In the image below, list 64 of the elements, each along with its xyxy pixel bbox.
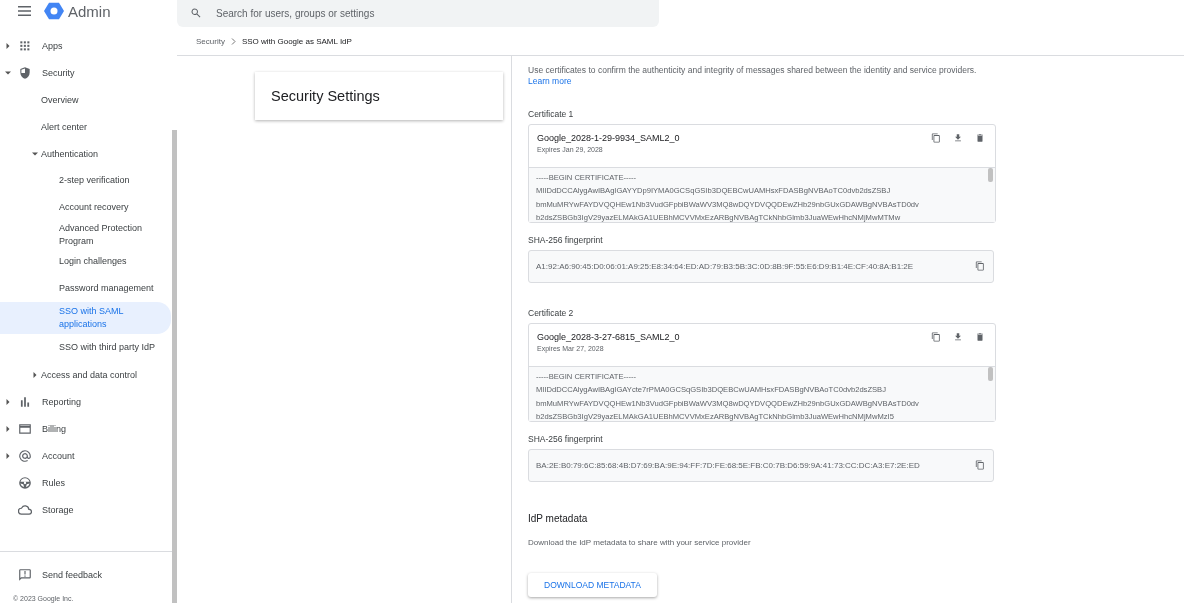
chevron-right-icon [230, 38, 236, 45]
delete-icon[interactable] [975, 132, 985, 143]
breadcrumb-item[interactable]: Security [196, 37, 225, 46]
sidebar-item[interactable]: Overview [0, 86, 171, 113]
hexagon-logo-icon [44, 1, 64, 21]
caret-down-icon[interactable] [32, 150, 38, 157]
certificate-label: Certificate 2 [528, 307, 575, 318]
caret-right-icon[interactable] [32, 371, 38, 378]
section-title: IdP metadata [528, 512, 589, 524]
fingerprint-value: BA:2E:B0:79:6C:85:68:4B:D7:69:BA:9E:94:FF:7D:FE:68:5E:FB:C0:7B:D6:59:9A:41:73:CC:DC:A3:E7:2E:ED [536, 460, 920, 470]
sidebar-item[interactable]: Rules [0, 469, 171, 496]
certificate-name: Google_2028-1-29-9934_SAML2_0 [537, 132, 681, 143]
delete-icon[interactable] [975, 331, 985, 342]
search-field[interactable]: Search for users, groups or settings [177, 0, 659, 27]
caret-right-icon[interactable] [5, 398, 11, 405]
learn-more-link[interactable]: Learn more [528, 76, 572, 87]
cloud-icon [18, 502, 32, 517]
sidebar-item[interactable]: Login challenges [0, 248, 171, 275]
sidebar-item[interactable]: Reporting [0, 388, 171, 415]
breadcrumb-item: SSO with Google as SAML IdP [241, 37, 352, 46]
credit-card-icon [18, 421, 32, 436]
send-feedback-link[interactable]: Send feedback [0, 564, 166, 586]
metadata-description: Download the IdP metadata to share with your service provider [528, 537, 752, 547]
sidebar-item[interactable]: 2-step verification [0, 167, 171, 194]
at-sign-icon [18, 448, 32, 463]
scrollbar[interactable] [988, 366, 993, 381]
bar-chart-icon [18, 394, 32, 409]
sidebar-item[interactable]: SSO with third party IdP [0, 334, 171, 361]
grid-icon [18, 38, 32, 53]
menu-icon[interactable] [18, 6, 31, 16]
app-name: Admin [68, 2, 111, 20]
download-metadata-button[interactable]: DOWNLOAD METADATA [528, 572, 657, 597]
caret-right-icon[interactable] [5, 425, 11, 432]
sidebar-item[interactable]: Security [0, 59, 171, 86]
shield-icon [18, 65, 32, 80]
scrollbar[interactable] [172, 130, 177, 603]
copy-icon[interactable] [975, 261, 985, 272]
certificate-label: Certificate 1 [528, 108, 575, 119]
fingerprint-label: SHA-256 fingerprint [528, 433, 604, 444]
sidebar-item[interactable]: Authentication [0, 140, 171, 167]
sidebar-item[interactable]: Advanced Protection Program [0, 221, 171, 248]
fingerprint-label: SHA-256 fingerprint [528, 234, 604, 245]
caret-right-icon[interactable] [5, 452, 11, 459]
sidebar-item[interactable]: Password management [0, 275, 171, 302]
copy-icon[interactable] [931, 331, 941, 342]
certificate-name: Google_2028-3-27-6815_SAML2_0 [537, 331, 681, 342]
sidebar-item[interactable]: Access and data control [0, 361, 171, 388]
steering-wheel-icon [18, 475, 32, 490]
caret-down-icon[interactable] [5, 69, 11, 76]
copy-icon[interactable] [975, 460, 985, 471]
intro-text: Use certificates to confirm the authenticity and integrity of messages shared between the identity and service providers. Learn more [528, 65, 978, 88]
sidebar-item[interactable]: Billing [0, 415, 171, 442]
sidebar-item[interactable]: SSO with SAML applications [0, 302, 171, 334]
fingerprint-value: A1:92:A6:90:45:D0:06:01:A9:25:E8:34:64:ED:AD:79:B3:5B:3C:0D:8B:9F:55:E6:D9:B1:4E:CF:40:8A:B1:2E [536, 261, 914, 271]
copy-icon[interactable] [931, 132, 941, 143]
card-title: Security Settings [271, 88, 380, 104]
feedback-icon [18, 568, 32, 582]
sidebar-item[interactable]: Account recovery [0, 194, 171, 221]
sidebar-item[interactable]: Alert center [0, 113, 171, 140]
sidebar-item[interactable]: Storage [0, 496, 171, 523]
scrollbar[interactable] [988, 167, 993, 182]
sidebar-item[interactable]: Apps [0, 32, 171, 59]
caret-right-icon[interactable] [5, 42, 11, 49]
sidebar-item[interactable]: Account [0, 442, 171, 469]
